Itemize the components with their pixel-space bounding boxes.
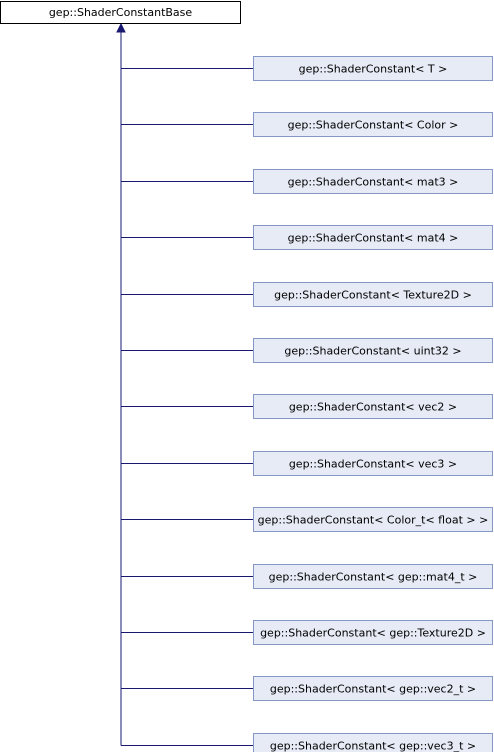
derived-class-label: gep::ShaderConstant< gep::vec2_t >	[270, 683, 476, 696]
derived-class-node[interactable]: gep::ShaderConstant< gep::Texture2D >	[253, 620, 493, 645]
base-class-label: gep::ShaderConstantBase	[49, 6, 193, 19]
derived-class-label: gep::ShaderConstant< gep::vec3_t >	[270, 740, 476, 752]
base-class-node[interactable]: gep::ShaderConstantBase	[0, 1, 241, 24]
inheritance-diagram: gep::ShaderConstantBase gep::ShaderConst…	[0, 1, 493, 752]
derived-class-node[interactable]: gep::ShaderConstant< Color_t< float > >	[253, 507, 493, 532]
derived-class-node[interactable]: gep::ShaderConstant< mat3 >	[253, 169, 493, 194]
derived-class-node[interactable]: gep::ShaderConstant< T >	[253, 56, 493, 81]
derived-class-label: gep::ShaderConstant< gep::Texture2D >	[260, 627, 486, 640]
derived-class-node[interactable]: gep::ShaderConstant< gep::vec3_t >	[253, 733, 493, 752]
derived-class-node[interactable]: gep::ShaderConstant< vec3 >	[253, 451, 493, 476]
derived-class-node[interactable]: gep::ShaderConstant< mat4 >	[253, 225, 493, 250]
derived-class-label: gep::ShaderConstant< uint32 >	[284, 345, 461, 358]
inheritance-arrowhead	[116, 22, 126, 33]
derived-class-label: gep::ShaderConstant< vec2 >	[289, 401, 457, 414]
derived-class-node[interactable]: gep::ShaderConstant< gep::mat4_t >	[253, 564, 493, 589]
derived-class-label: gep::ShaderConstant< vec3 >	[289, 458, 457, 471]
derived-class-label: gep::ShaderConstant< Color >	[288, 119, 459, 132]
derived-class-node[interactable]: gep::ShaderConstant< gep::vec2_t >	[253, 676, 493, 701]
derived-class-label: gep::ShaderConstant< T >	[299, 63, 448, 76]
derived-class-node[interactable]: gep::ShaderConstant< vec2 >	[253, 394, 493, 419]
derived-class-label: gep::ShaderConstant< Texture2D >	[274, 289, 472, 302]
derived-classes-layer: gep::ShaderConstant< T >gep::ShaderConst…	[253, 56, 493, 752]
derived-class-node[interactable]: gep::ShaderConstant< uint32 >	[253, 338, 493, 363]
derived-class-node[interactable]: gep::ShaderConstant< Texture2D >	[253, 282, 493, 307]
edges-layer	[116, 22, 254, 746]
derived-class-label: gep::ShaderConstant< Color_t< float > >	[258, 514, 489, 527]
derived-class-label: gep::ShaderConstant< mat3 >	[288, 176, 459, 189]
derived-class-node[interactable]: gep::ShaderConstant< Color >	[253, 112, 493, 137]
derived-class-label: gep::ShaderConstant< gep::mat4_t >	[269, 571, 478, 584]
derived-class-label: gep::ShaderConstant< mat4 >	[288, 232, 459, 245]
